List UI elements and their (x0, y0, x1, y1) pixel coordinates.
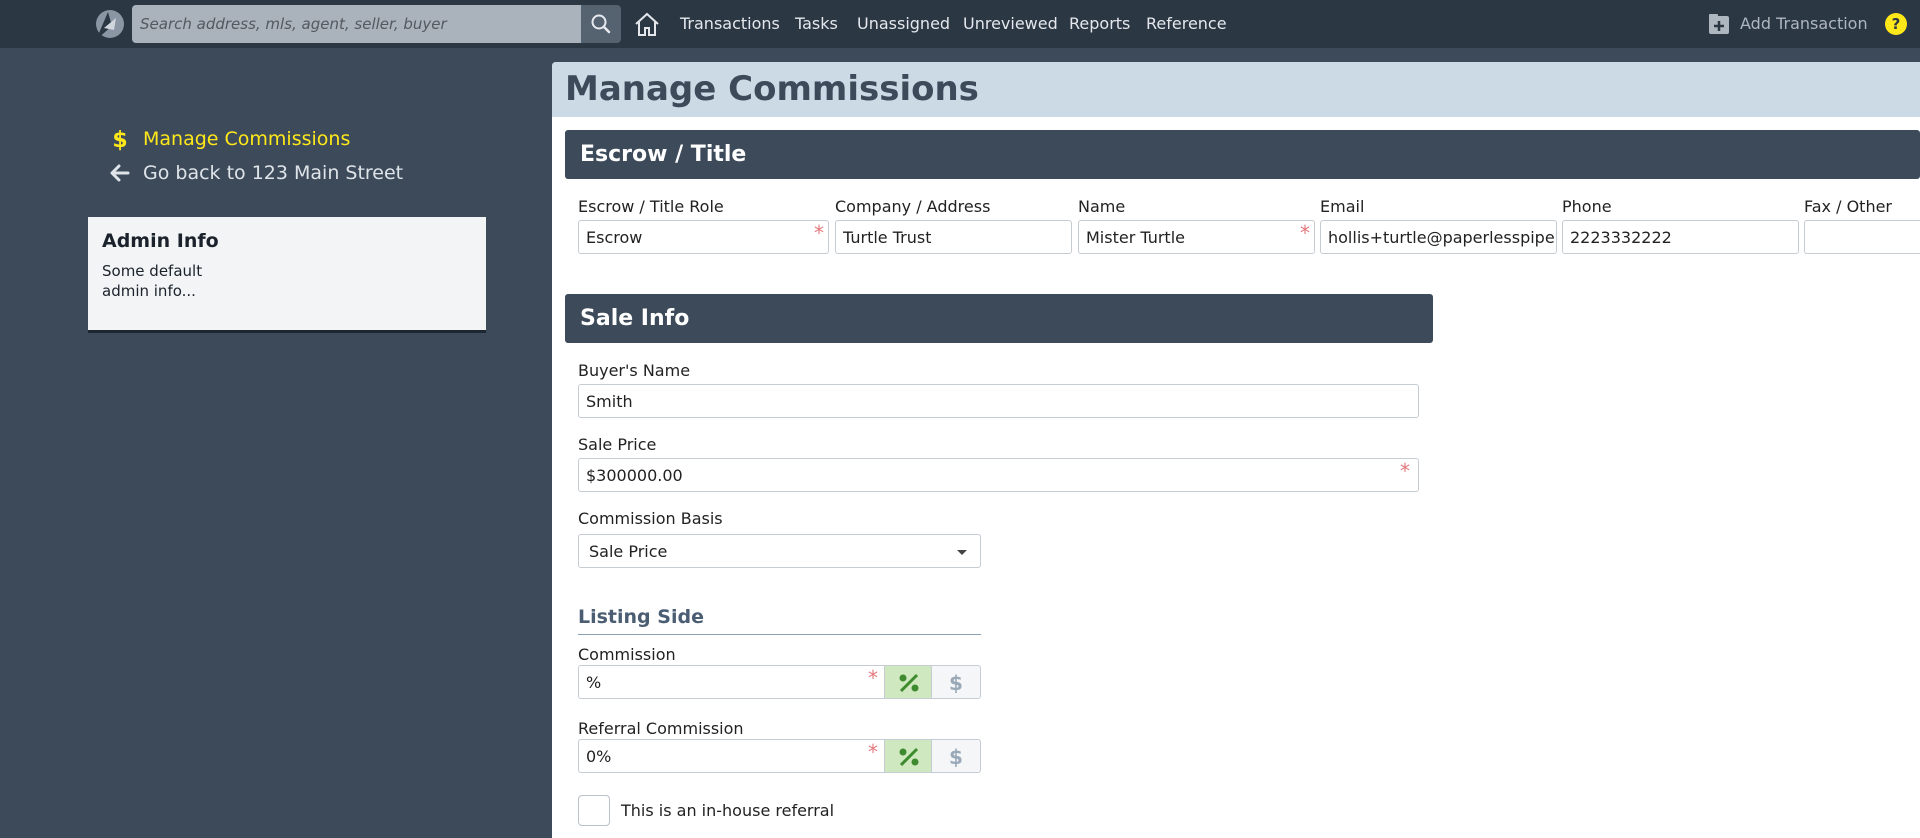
percent-icon (899, 673, 919, 693)
phone-label: Phone (1562, 197, 1612, 216)
company-address-label: Company / Address (835, 197, 991, 216)
nav-unassigned[interactable]: Unassigned (857, 14, 950, 33)
admin-info-panel: Admin Info Some default admin info... (88, 217, 486, 333)
add-file-icon (1709, 14, 1729, 34)
listing-side-heading: Listing Side (578, 602, 981, 635)
escrow-title-heading: Escrow / Title (580, 142, 747, 167)
escrow-role-field[interactable]: Escrow * (578, 220, 829, 254)
admin-info-text: Some default admin info... (102, 262, 203, 300)
name-label: Name (1078, 197, 1126, 216)
referral-commission-input-group: 0% * $ (578, 739, 981, 773)
commission-label: Commission (578, 645, 676, 664)
commission-basis-label: Commission Basis (578, 509, 723, 528)
search-placeholder: Search address, mls, agent, seller, buye… (140, 15, 447, 33)
required-asterisk: * (814, 221, 824, 245)
search-input[interactable]: Search address, mls, agent, seller, buye… (132, 5, 582, 43)
percent-icon (899, 747, 919, 767)
sale-price-label: Sale Price (578, 435, 657, 454)
percent-toggle-button[interactable] (884, 739, 932, 773)
commission-basis-select[interactable]: Sale Price (578, 534, 981, 568)
dollar-toggle-button[interactable]: $ (931, 739, 981, 773)
svg-text:?: ? (1892, 15, 1901, 33)
main-content: Manage Commissions Escrow / Title Escrow… (552, 62, 1920, 838)
phone-value: 2223332222 (1570, 228, 1672, 247)
in-house-referral-checkbox[interactable] (578, 795, 610, 826)
required-asterisk: * (868, 666, 878, 690)
name-field[interactable]: Mister Turtle * (1078, 220, 1315, 254)
paperless-pipeline-logo[interactable] (90, 6, 126, 42)
search-button[interactable] (581, 5, 621, 43)
nav-tasks[interactable]: Tasks (795, 14, 838, 33)
commission-input-group: % * $ (578, 665, 981, 699)
company-address-field[interactable]: Turtle Trust (835, 220, 1072, 254)
sale-price-field[interactable]: $300000.00 * (578, 458, 1419, 492)
buyers-name-value: Smith (586, 392, 633, 411)
nav-reports[interactable]: Reports (1069, 14, 1130, 33)
chevron-down-icon (957, 550, 967, 555)
email-label: Email (1320, 197, 1365, 216)
listing-side-title: Listing Side (578, 606, 704, 628)
dollar-icon: $ (112, 128, 127, 151)
fax-other-label: Fax / Other (1804, 197, 1892, 216)
referral-commission-label: Referral Commission (578, 719, 744, 738)
svg-text:$: $ (949, 673, 963, 693)
required-asterisk: * (1300, 221, 1310, 245)
nav-unreviewed[interactable]: Unreviewed (963, 14, 1058, 33)
arrow-left-icon (110, 164, 130, 182)
page-header: Manage Commissions (552, 62, 1920, 117)
email-value: hollis+turtle@paperlesspipeli (1328, 228, 1554, 247)
required-asterisk: * (868, 740, 878, 764)
svg-text:$: $ (112, 128, 127, 151)
help-icon[interactable]: ? (1884, 12, 1908, 36)
manage-commissions-link[interactable]: Manage Commissions (143, 128, 350, 150)
commission-basis-value: Sale Price (589, 542, 668, 561)
add-transaction-label: Add Transaction (1740, 14, 1868, 33)
in-house-referral-label: This is an in-house referral (621, 801, 835, 820)
sale-info-section-header: Sale Info (565, 294, 1433, 343)
svg-text:$: $ (949, 747, 963, 767)
email-field[interactable]: hollis+turtle@paperlesspipeli (1320, 220, 1557, 254)
dollar-toggle-button[interactable]: $ (931, 665, 981, 699)
home-icon[interactable] (632, 10, 662, 38)
referral-commission-field[interactable]: 0% * (578, 739, 885, 773)
referral-commission-value: 0% (586, 747, 612, 766)
required-asterisk: * (1400, 459, 1410, 483)
sale-info-heading: Sale Info (580, 306, 690, 331)
escrow-role-value: Escrow (586, 228, 643, 247)
nav-transactions[interactable]: Transactions (680, 14, 780, 33)
escrow-title-section-header: Escrow / Title (565, 130, 1920, 179)
go-back-link[interactable]: Go back to 123 Main Street (143, 162, 403, 184)
buyers-name-field[interactable]: Smith (578, 384, 1419, 418)
escrow-role-label: Escrow / Title Role (578, 197, 724, 216)
admin-info-title: Admin Info (102, 230, 219, 252)
page-title: Manage Commissions (565, 69, 979, 109)
sale-price-value: $300000.00 (586, 466, 683, 485)
fax-other-field[interactable] (1804, 220, 1920, 254)
dollar-icon: $ (949, 747, 963, 767)
company-address-value: Turtle Trust (843, 228, 932, 247)
buyers-name-label: Buyer's Name (578, 361, 691, 380)
commission-value: % (586, 673, 602, 692)
phone-field[interactable]: 2223332222 (1562, 220, 1799, 254)
nav-reference[interactable]: Reference (1146, 14, 1227, 33)
top-bar: Search address, mls, agent, seller, buye… (0, 0, 1920, 48)
commission-field[interactable]: % * (578, 665, 885, 699)
percent-toggle-button[interactable] (884, 665, 932, 699)
search-icon (591, 14, 611, 34)
name-value: Mister Turtle (1086, 228, 1185, 247)
dollar-icon: $ (949, 673, 963, 693)
